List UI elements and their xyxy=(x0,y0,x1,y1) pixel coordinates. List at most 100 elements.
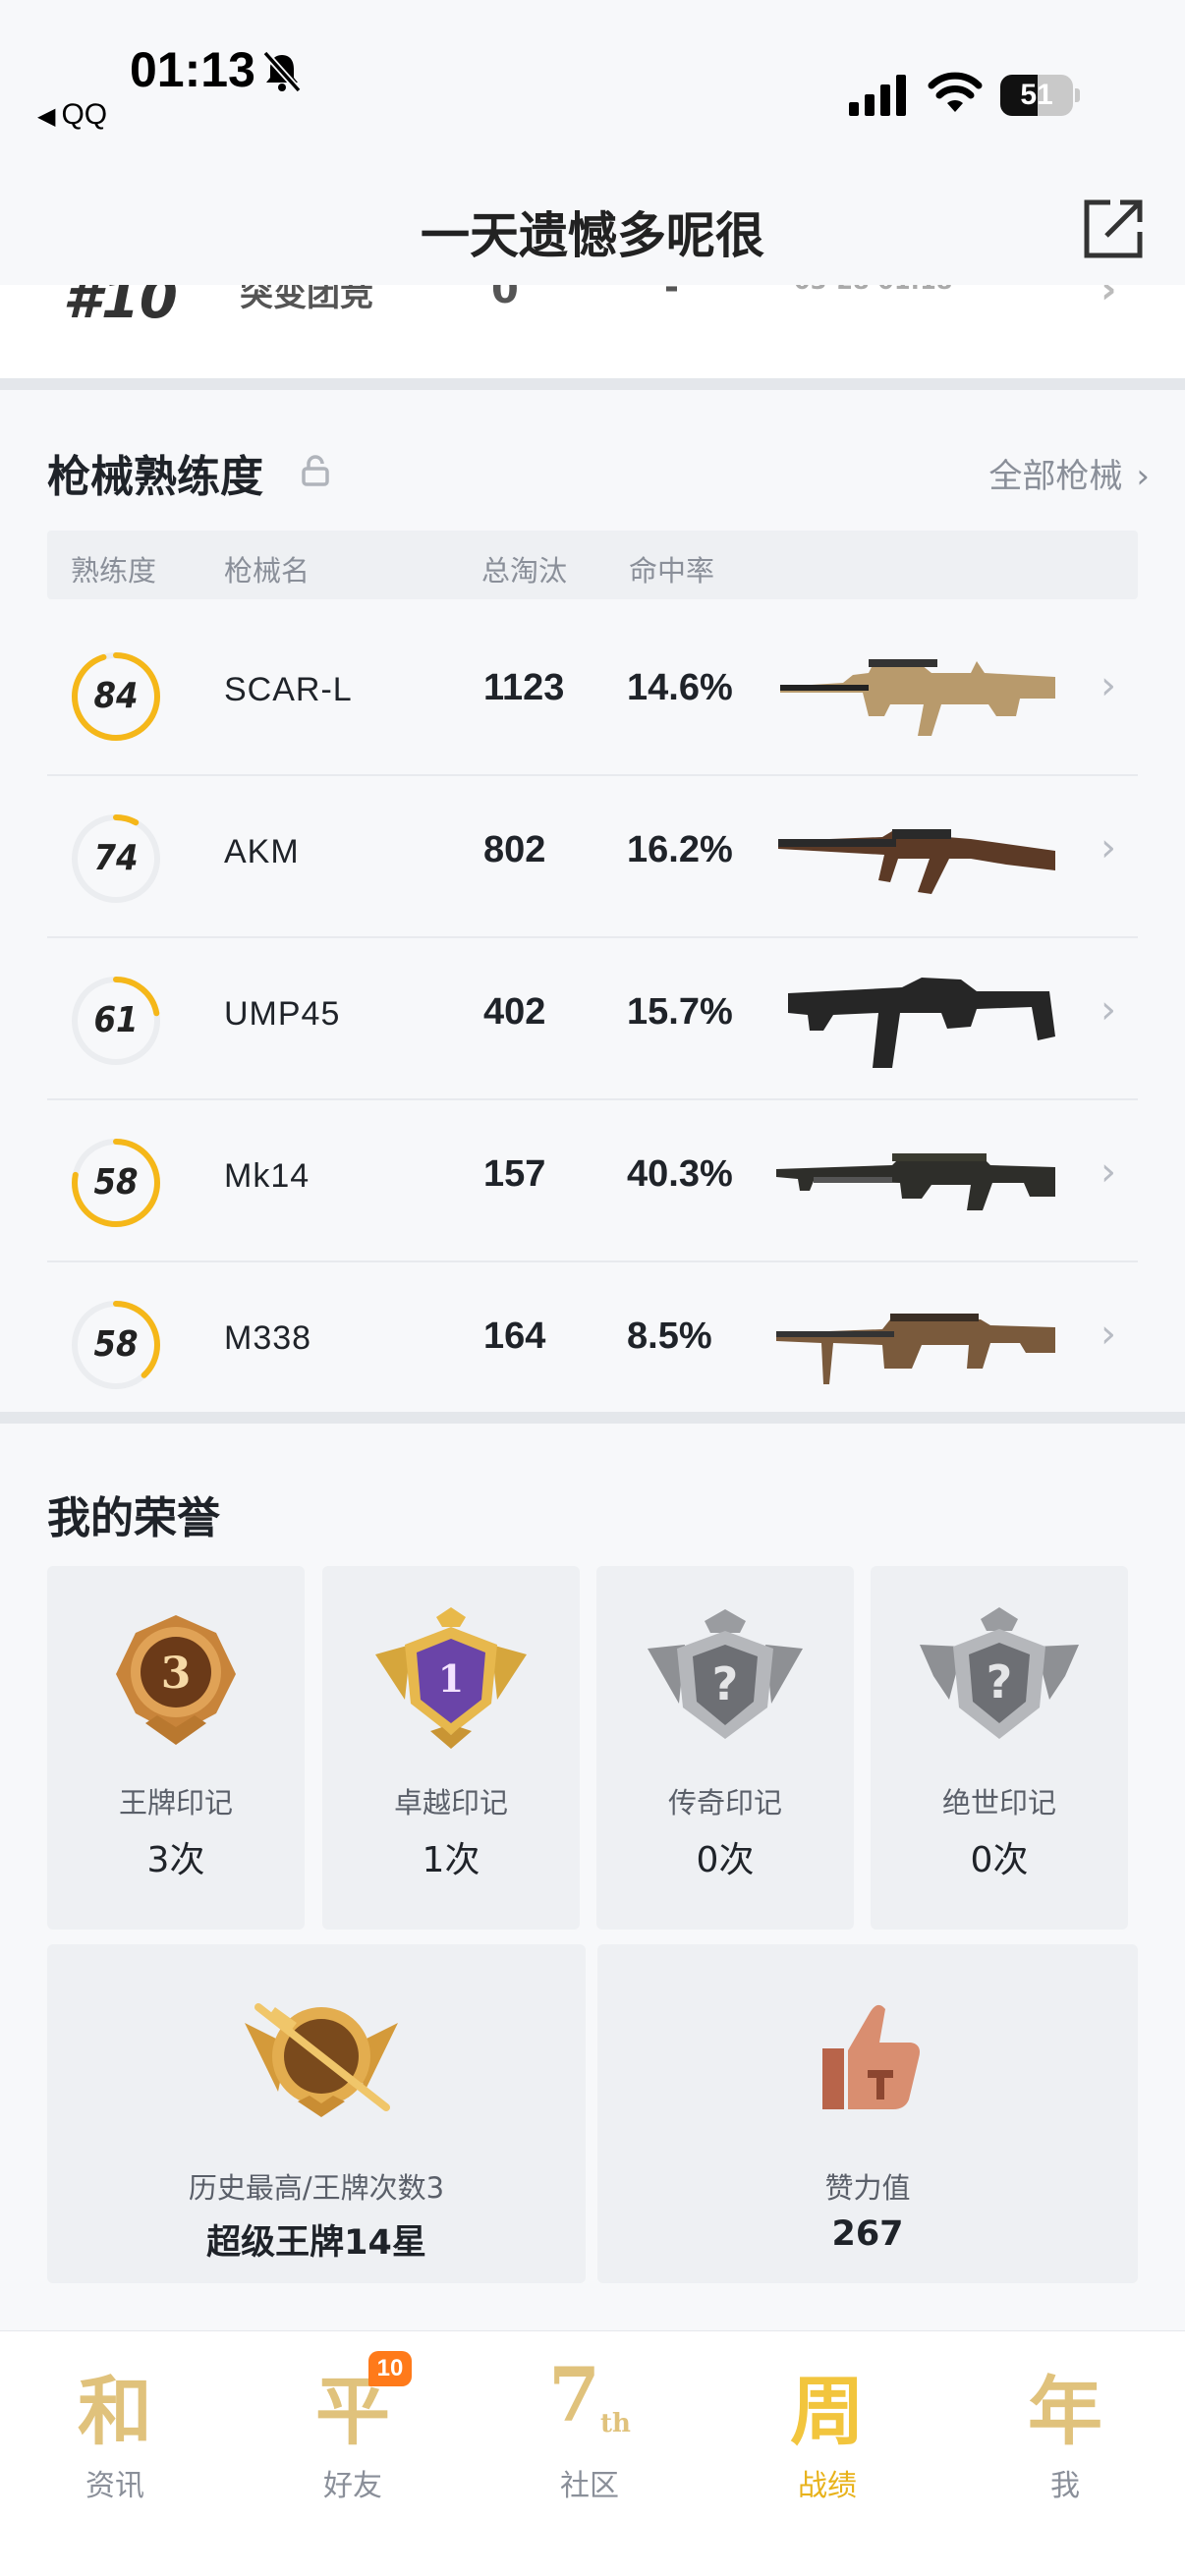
community-glyph-sup: th xyxy=(599,2409,631,2438)
tab-label: 好友 xyxy=(323,2469,382,2503)
stats-tab-icon: 周 xyxy=(790,2368,865,2455)
likes-card[interactable]: 赞力值 267 xyxy=(597,1944,1138,2283)
chevron-right-icon: › xyxy=(1136,457,1150,496)
weapon-accuracy: 14.6% xyxy=(627,667,733,708)
weapon-row[interactable]: 58 M338 164 8.5% › xyxy=(47,1262,1138,1425)
badge-count: 1次 xyxy=(422,1840,480,1880)
match-time: 03-28 01:18 xyxy=(794,285,953,295)
mastery-level: 74 xyxy=(93,838,139,878)
m338-lmg-image xyxy=(776,1314,1055,1384)
notification-badge: 10 xyxy=(368,2351,412,2386)
highest-tier-card[interactable]: 历史最高/王牌次数3 超级王牌14星 xyxy=(47,1944,586,2283)
match-mode: 突变团竞 xyxy=(240,285,373,314)
badge-count: 3次 xyxy=(146,1840,205,1880)
tab-me[interactable]: 年 我 xyxy=(967,2351,1163,2548)
lock-icon[interactable] xyxy=(301,455,330,486)
weapon-name: M338 xyxy=(224,1319,312,1357)
weapon-row[interactable]: 84 SCAR-L 1123 14.6% › xyxy=(47,614,1138,776)
mastery-level: 58 xyxy=(93,1324,139,1365)
back-arrow-icon: ◀ xyxy=(37,103,56,130)
app-header: 一天遗憾多呢很 xyxy=(0,167,1185,295)
ace-tier-emblem-icon xyxy=(245,2003,398,2117)
weapon-name: UMP45 xyxy=(224,995,341,1033)
me-tab-icon: 年 xyxy=(1028,2368,1102,2455)
weapon-mastery-section: 枪械熟练度 全部枪械 › 熟练度 枪械名 总淘汰 命中率 84 SCAR-L 1123… xyxy=(0,390,1185,1412)
column-header-kills: 总淘汰 xyxy=(481,554,568,588)
thumbs-up-icon xyxy=(822,2004,920,2109)
all-weapons-link[interactable]: 全部枪械 › xyxy=(988,449,1150,497)
section-divider xyxy=(0,1412,1185,1424)
likes-value: 267 xyxy=(831,2214,904,2254)
cellular-signal-icon xyxy=(849,75,906,116)
section-title-weapons: 枪械熟练度 xyxy=(47,452,263,502)
community-tab-icon: 7th xyxy=(491,2351,688,2438)
akm-rifle-image xyxy=(778,829,1055,894)
tab-friends[interactable]: 平 10 好友 xyxy=(254,2351,451,2548)
badge-name: 王牌印记 xyxy=(118,1786,233,1820)
match-kills: 0 xyxy=(491,285,519,312)
column-header-mastery: 熟练度 xyxy=(71,554,157,588)
weapon-accuracy: 40.3% xyxy=(627,1153,733,1195)
badge-count: 0次 xyxy=(970,1840,1029,1880)
chevron-right-icon: › xyxy=(1100,1149,1116,1195)
weapon-row[interactable]: 61 UMP45 402 15.7% › xyxy=(47,938,1138,1100)
share-icon[interactable] xyxy=(1081,196,1146,261)
column-header-accuracy: 命中率 xyxy=(629,554,715,588)
badge-count: 0次 xyxy=(696,1840,755,1880)
tab-community[interactable]: 7th 社区 xyxy=(491,2351,688,2548)
badge-name: 卓越印记 xyxy=(393,1786,508,1820)
status-bar: 01:13 ◀ QQ 51 xyxy=(0,0,1185,167)
bottom-tab-bar: 和 资讯 平 10 好友 7th 社区 周 战绩 年 我 xyxy=(0,2330,1185,2576)
column-header-weapon-name: 枪械名 xyxy=(224,554,310,588)
weapon-row[interactable]: 58 Mk14 157 40.3% › xyxy=(47,1100,1138,1262)
highest-tier-value: 超级王牌14星 xyxy=(206,2223,426,2263)
weapon-accuracy: 15.7% xyxy=(627,991,733,1033)
friends-tab-icon: 平 xyxy=(315,2368,390,2455)
chevron-right-icon: › xyxy=(1100,825,1116,870)
ace-badge-icon: 3 xyxy=(116,1615,236,1745)
match-rank: #10 xyxy=(63,285,178,331)
all-weapons-label: 全部枪械 xyxy=(988,457,1123,496)
page-title: 一天遗憾多呢很 xyxy=(421,207,764,264)
section-divider xyxy=(0,378,1185,390)
battery-indicator: 51 xyxy=(1000,75,1080,116)
status-time: 01:13 xyxy=(130,42,255,97)
match-damage: - xyxy=(664,285,679,308)
weapon-row[interactable]: 74 AKM 802 16.2% › xyxy=(47,776,1138,938)
ump45-smg-image xyxy=(788,978,1055,1068)
tab-label: 社区 xyxy=(560,2469,619,2503)
weapon-accuracy: 8.5% xyxy=(627,1316,712,1357)
badge-name: 绝世印记 xyxy=(941,1786,1056,1820)
wifi-icon xyxy=(928,72,983,112)
svg-text:3: 3 xyxy=(161,1649,192,1699)
likes-label: 赞力值 xyxy=(824,2171,911,2205)
weapon-kills: 157 xyxy=(483,1153,546,1195)
weapon-kills: 1123 xyxy=(483,667,565,708)
tab-label: 资讯 xyxy=(85,2469,144,2503)
legend-badge-locked-icon: ? xyxy=(648,1609,803,1739)
badge-card-peerless[interactable]: ? 绝世印记 0次 xyxy=(871,1566,1128,1930)
svg-text:1: 1 xyxy=(438,1656,464,1701)
badge-card-excellence[interactable]: 1 卓越印记 1次 xyxy=(322,1566,580,1930)
weapon-kills: 164 xyxy=(483,1316,546,1357)
mk14-dmr-image xyxy=(776,1153,1055,1210)
back-to-app-link[interactable]: ◀ QQ xyxy=(37,98,107,132)
tab-label: 战绩 xyxy=(798,2469,857,2503)
badge-card-ace[interactable]: 3 王牌印记 3次 xyxy=(47,1566,305,1930)
tab-stats[interactable]: 周 战绩 xyxy=(729,2351,926,2548)
badge-name: 传奇印记 xyxy=(667,1786,782,1820)
badge-card-legend[interactable]: ? 传奇印记 0次 xyxy=(596,1566,854,1930)
honors-section: 我的荣誉 3 王牌印记 3次 1 卓越印记 1次 ? 传奇印记 0次 ? 绝世印… xyxy=(0,1424,1185,2330)
tab-news[interactable]: 和 资讯 xyxy=(17,2351,213,2548)
weapon-accuracy: 16.2% xyxy=(627,829,733,870)
scar-l-rifle-image xyxy=(780,659,1055,736)
back-app-label: QQ xyxy=(61,98,108,131)
match-row-partial[interactable]: #10 突变团竞 0 - 03-28 01:18 › xyxy=(0,285,1185,378)
battery-percent: 51 xyxy=(1020,79,1053,111)
weapon-name: AKM xyxy=(224,833,300,870)
tab-label: 我 xyxy=(1050,2469,1080,2503)
section-title-honors: 我的荣誉 xyxy=(47,1493,220,1543)
chevron-right-icon: › xyxy=(1100,663,1116,708)
mastery-level: 61 xyxy=(93,1000,139,1040)
community-glyph: 7 xyxy=(548,2351,600,2438)
